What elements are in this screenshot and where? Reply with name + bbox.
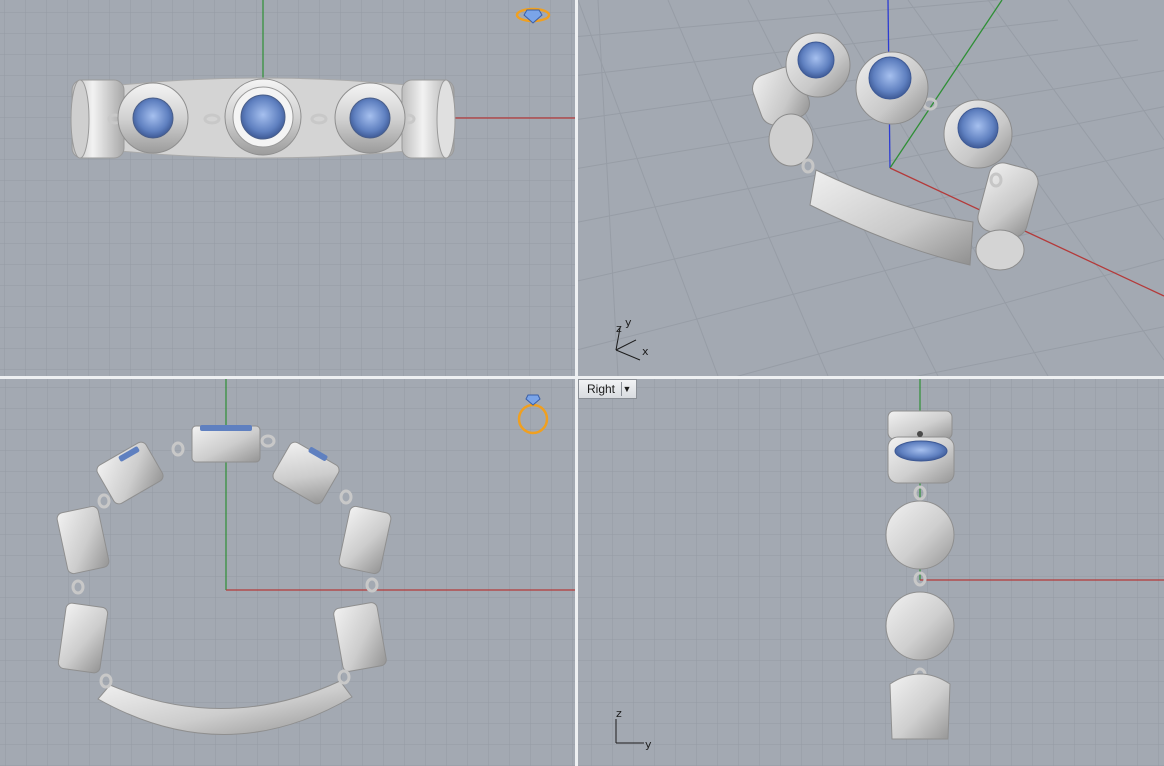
svg-text:z: z: [616, 707, 622, 720]
viewport-perspective[interactable]: z y x: [578, 0, 1164, 376]
viewport-title-right[interactable]: Right ▼: [578, 379, 638, 399]
viewport-divider-horizontal[interactable]: [0, 376, 1164, 379]
svg-text:y: y: [645, 738, 652, 751]
svg-text:y: y: [625, 316, 632, 329]
viewport-title-label: Right: [587, 382, 616, 396]
viewport-divider-vertical[interactable]: [575, 0, 578, 766]
ring-model-top[interactable]: [70, 77, 456, 159]
viewport-right[interactable]: z y Right ▼: [578, 379, 1164, 766]
svg-text:x: x: [642, 345, 649, 358]
dropdown-caret-icon[interactable]: ▼: [621, 382, 632, 396]
viewport-top[interactable]: [0, 0, 575, 376]
svg-text:z: z: [616, 322, 622, 335]
viewport-front[interactable]: [0, 379, 575, 766]
